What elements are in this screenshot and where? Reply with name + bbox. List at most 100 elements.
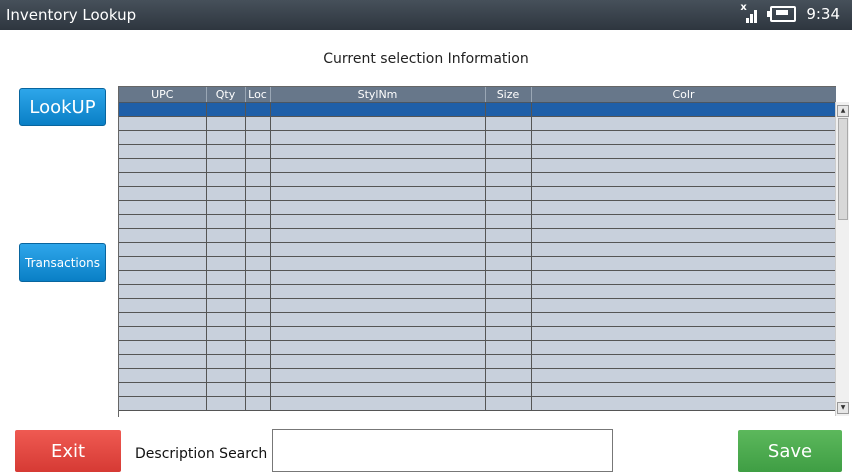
cell-stylnm[interactable] <box>270 144 486 159</box>
cell-colr[interactable] <box>531 340 836 355</box>
cell-size[interactable] <box>485 102 532 117</box>
results-grid[interactable]: UPC Qty Loc StylNm Size Colr <box>118 86 836 417</box>
save-button[interactable]: Save <box>738 430 842 472</box>
cell-stylnm[interactable] <box>270 172 486 187</box>
cell-colr[interactable] <box>531 214 836 229</box>
table-row[interactable] <box>119 298 836 313</box>
cell-stylnm[interactable] <box>270 116 486 131</box>
cell-stylnm[interactable] <box>270 186 486 201</box>
table-row[interactable] <box>119 130 836 145</box>
cell-colr[interactable] <box>531 396 836 411</box>
cell-qty[interactable] <box>206 172 246 187</box>
cell-loc[interactable] <box>245 270 271 285</box>
cell-qty[interactable] <box>206 298 246 313</box>
cell-upc[interactable] <box>119 172 207 187</box>
cell-stylnm[interactable] <box>270 396 486 411</box>
cell-size[interactable] <box>485 340 532 355</box>
column-header-colr[interactable]: Colr <box>531 87 836 103</box>
cell-colr[interactable] <box>531 284 836 299</box>
table-row[interactable] <box>119 284 836 299</box>
exit-button[interactable]: Exit <box>15 430 121 472</box>
cell-upc[interactable] <box>119 354 207 369</box>
cell-qty[interactable] <box>206 340 246 355</box>
cell-colr[interactable] <box>531 172 836 187</box>
cell-qty[interactable] <box>206 368 246 383</box>
cell-qty[interactable] <box>206 186 246 201</box>
cell-stylnm[interactable] <box>270 340 486 355</box>
table-row[interactable] <box>119 242 836 257</box>
cell-qty[interactable] <box>206 228 246 243</box>
cell-upc[interactable] <box>119 116 207 131</box>
cell-loc[interactable] <box>245 116 271 131</box>
cell-colr[interactable] <box>531 326 836 341</box>
cell-colr[interactable] <box>531 144 836 159</box>
cell-stylnm[interactable] <box>270 354 486 369</box>
cell-size[interactable] <box>485 382 532 397</box>
transactions-button[interactable]: Transactions <box>19 243 106 282</box>
cell-stylnm[interactable] <box>270 228 486 243</box>
cell-size[interactable] <box>485 312 532 327</box>
scroll-down-icon[interactable]: ▼ <box>837 402 849 414</box>
cell-loc[interactable] <box>245 284 271 299</box>
cell-size[interactable] <box>485 396 532 411</box>
cell-size[interactable] <box>485 130 532 145</box>
cell-colr[interactable] <box>531 116 836 131</box>
cell-stylnm[interactable] <box>270 242 486 257</box>
cell-colr[interactable] <box>531 382 836 397</box>
table-row[interactable] <box>119 256 836 271</box>
table-row[interactable] <box>119 340 836 355</box>
cell-stylnm[interactable] <box>270 326 486 341</box>
cell-stylnm[interactable] <box>270 200 486 215</box>
column-header-upc[interactable]: UPC <box>119 87 207 103</box>
lookup-button[interactable]: LookUP <box>19 88 106 126</box>
cell-loc[interactable] <box>245 382 271 397</box>
cell-loc[interactable] <box>245 172 271 187</box>
cell-upc[interactable] <box>119 158 207 173</box>
cell-stylnm[interactable] <box>270 130 486 145</box>
cell-size[interactable] <box>485 256 532 271</box>
cell-size[interactable] <box>485 116 532 131</box>
table-row[interactable] <box>119 158 836 173</box>
cell-colr[interactable] <box>531 102 836 117</box>
cell-upc[interactable] <box>119 200 207 215</box>
cell-stylnm[interactable] <box>270 214 486 229</box>
cell-upc[interactable] <box>119 270 207 285</box>
cell-size[interactable] <box>485 172 532 187</box>
cell-loc[interactable] <box>245 368 271 383</box>
cell-upc[interactable] <box>119 312 207 327</box>
table-row[interactable] <box>119 382 836 397</box>
cell-qty[interactable] <box>206 242 246 257</box>
cell-size[interactable] <box>485 200 532 215</box>
table-row[interactable] <box>119 368 836 383</box>
cell-colr[interactable] <box>531 256 836 271</box>
cell-upc[interactable] <box>119 228 207 243</box>
cell-qty[interactable] <box>206 354 246 369</box>
cell-size[interactable] <box>485 284 532 299</box>
column-header-qty[interactable]: Qty <box>206 87 246 103</box>
cell-qty[interactable] <box>206 256 246 271</box>
cell-qty[interactable] <box>206 396 246 411</box>
cell-qty[interactable] <box>206 270 246 285</box>
cell-size[interactable] <box>485 144 532 159</box>
cell-upc[interactable] <box>119 130 207 145</box>
cell-loc[interactable] <box>245 102 271 117</box>
grid-vertical-scrollbar[interactable]: ▲ ▼ <box>835 102 849 416</box>
cell-size[interactable] <box>485 298 532 313</box>
cell-size[interactable] <box>485 326 532 341</box>
cell-upc[interactable] <box>119 340 207 355</box>
cell-size[interactable] <box>485 242 532 257</box>
cell-upc[interactable] <box>119 256 207 271</box>
cell-qty[interactable] <box>206 144 246 159</box>
cell-size[interactable] <box>485 368 532 383</box>
cell-loc[interactable] <box>245 130 271 145</box>
cell-stylnm[interactable] <box>270 284 486 299</box>
cell-qty[interactable] <box>206 130 246 145</box>
table-row[interactable] <box>119 396 836 411</box>
cell-stylnm[interactable] <box>270 312 486 327</box>
cell-colr[interactable] <box>531 354 836 369</box>
cell-loc[interactable] <box>245 256 271 271</box>
cell-colr[interactable] <box>531 298 836 313</box>
table-row[interactable] <box>119 186 836 201</box>
cell-loc[interactable] <box>245 158 271 173</box>
cell-colr[interactable] <box>531 130 836 145</box>
